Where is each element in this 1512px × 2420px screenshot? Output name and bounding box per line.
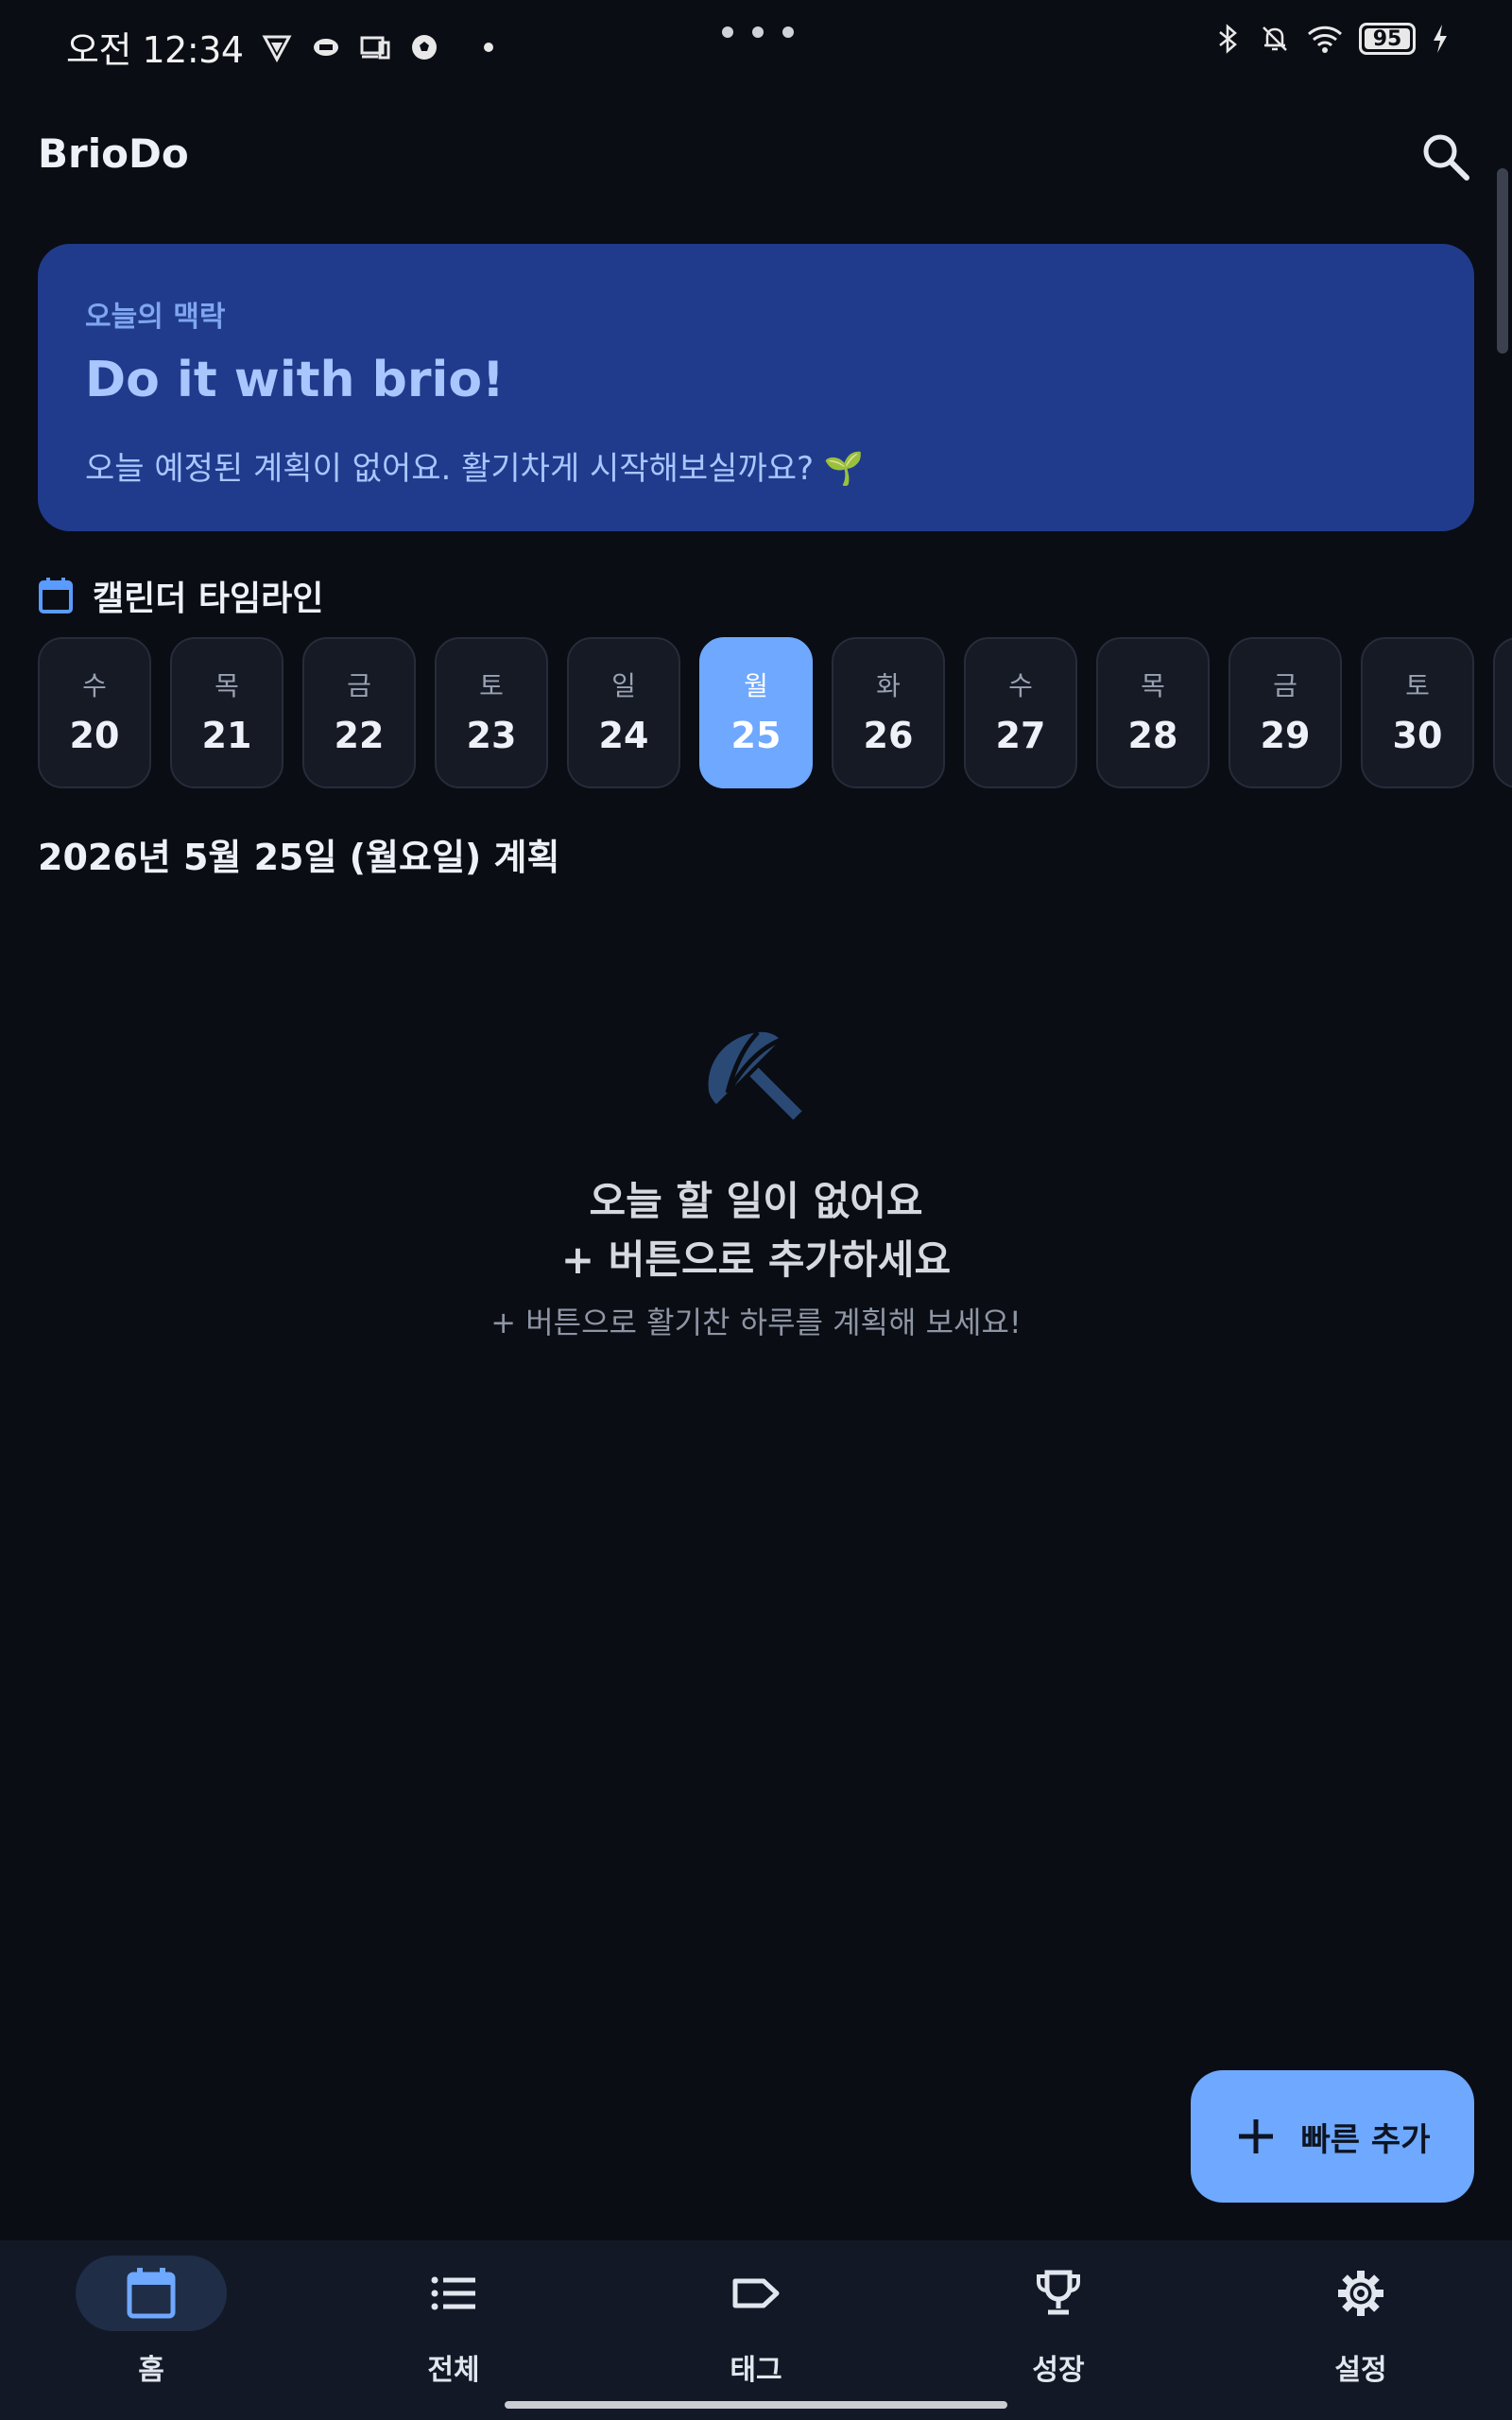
day-chip-selected[interactable]: 월 25 [699,637,813,788]
day-of-week: 화 [876,670,901,701]
umbrella-icon [708,1030,802,1120]
handle-dot [722,26,733,38]
day-of-week: 일 [611,670,636,701]
day-date: 22 [334,715,385,756]
trophy-icon [1037,2270,1080,2315]
day-date: 26 [863,715,914,756]
scrollbar[interactable] [1497,168,1508,354]
bell-off-icon [1263,26,1287,51]
app-title: BrioDo [38,130,189,177]
battery-level: 95 [1372,26,1402,51]
battery-icon: 95 [1359,23,1416,55]
day-date: 21 [201,715,252,756]
context-label: 오늘의 맥락 [85,301,226,334]
vpn-icon [261,35,292,62]
nav-home[interactable]: 홈 [0,2240,302,2420]
day-of-week: 목 [215,670,239,701]
day-date: 23 [466,715,517,756]
nav-all[interactable]: 전체 [302,2240,605,2420]
wifi-icon [1307,26,1343,53]
day-chip[interactable]: 금 29 [1228,637,1342,788]
day-date: 20 [69,715,120,756]
calendar-icon [39,578,73,614]
day-of-week: 금 [347,670,371,701]
day-chip[interactable]: 목 28 [1096,637,1210,788]
list-icon [431,2276,475,2310]
day-date: 25 [730,715,782,756]
soccer-icon [411,34,437,60]
search-icon[interactable] [1418,129,1474,185]
cast-icon [360,36,390,59]
handle-dot [782,26,794,38]
calendar-title: 캘린더 타임라인 [93,579,324,618]
plus-icon [1238,2119,1273,2153]
calendar-icon [127,2268,176,2319]
day-of-week: 토 [479,670,504,701]
status-right: 95 [1211,23,1450,55]
nav-tags[interactable]: 태그 [605,2240,907,2420]
gear-icon [1338,2271,1383,2316]
window-handle[interactable] [722,26,794,38]
nav-label: 설정 [1334,2354,1387,2387]
empty-state-title: 오늘 할 일이 없어요 + 버튼으로 추가하세요 [0,1172,1512,1289]
tag-icon [732,2278,780,2308]
day-of-week: 월 [744,670,768,701]
day-date: 24 [598,715,649,756]
nav-settings[interactable]: 설정 [1210,2240,1512,2420]
day-date: 28 [1127,715,1178,756]
context-message: 오늘 예정된 계획이 없어요. 활기차게 시작해보실까요? 🌱 [85,450,865,488]
home-indicator[interactable] [505,2401,1007,2409]
nav-label: 전체 [427,2354,480,2387]
day-chip[interactable]: 수 27 [964,637,1077,788]
nav-growth[interactable]: 성장 [907,2240,1210,2420]
day-chip[interactable]: 목 21 [170,637,284,788]
day-chip[interactable]: 토 30 [1361,637,1474,788]
status-left: 오전 12:34 [66,21,493,73]
context-title: Do it with brio! [85,352,505,408]
day-chip[interactable]: 일 24 [567,637,680,788]
home-screen: 오전 12:34 95 BrioDo 오늘의 맥락 Do it with bri… [0,0,1512,2420]
plan-title: 2026년 5월 25일 (월요일) 계획 [38,837,560,878]
day-of-week: 토 [1405,670,1430,701]
day-chip[interactable]: 토 23 [435,637,548,788]
day-date: 30 [1392,715,1443,756]
link-icon [313,38,338,56]
day-chip[interactable]: 금 22 [302,637,416,788]
status-time: 오전 12:34 [66,29,244,71]
status-bar: 오전 12:34 95 [0,0,1512,91]
handle-dot [752,26,764,38]
day-date: 29 [1260,715,1311,756]
nav-label: 성장 [1032,2354,1085,2387]
day-chip[interactable] [1493,637,1512,788]
calendar-day-strip[interactable]: 수 20 목 21 금 22 토 23 일 24 월 25 화 26 수 27 [38,637,1512,790]
bluetooth-icon [1219,24,1237,54]
empty-state-line1: 오늘 할 일이 없어요 [589,1178,923,1224]
calendar-header: 캘린더 타임라인 [38,571,323,620]
nav-label: 홈 [138,2354,164,2387]
nav-label: 태그 [730,2354,782,2387]
context-card: 오늘의 맥락 Do it with brio! 오늘 예정된 계획이 없어요. … [38,244,1474,531]
charging-icon [1434,25,1447,53]
day-of-week: 수 [82,670,107,701]
quick-add-button[interactable]: 빠른 추가 [1191,2070,1474,2203]
empty-state-line2: + 버튼으로 추가하세요 [560,1236,952,1283]
day-of-week: 목 [1141,670,1165,701]
day-date: 27 [995,715,1046,756]
day-chip[interactable]: 수 20 [38,637,151,788]
bottom-navigation: 홈 전체 태그 성장 설정 [0,2240,1512,2420]
quick-add-label: 빠른 추가 [1300,2120,1431,2159]
empty-state-subtitle: + 버튼으로 활기찬 하루를 계획해 보세요! [490,1305,1022,1340]
day-of-week: 금 [1273,670,1297,701]
notification-dot [483,42,493,52]
day-chip[interactable]: 화 26 [832,637,945,788]
day-of-week: 수 [1008,670,1033,701]
